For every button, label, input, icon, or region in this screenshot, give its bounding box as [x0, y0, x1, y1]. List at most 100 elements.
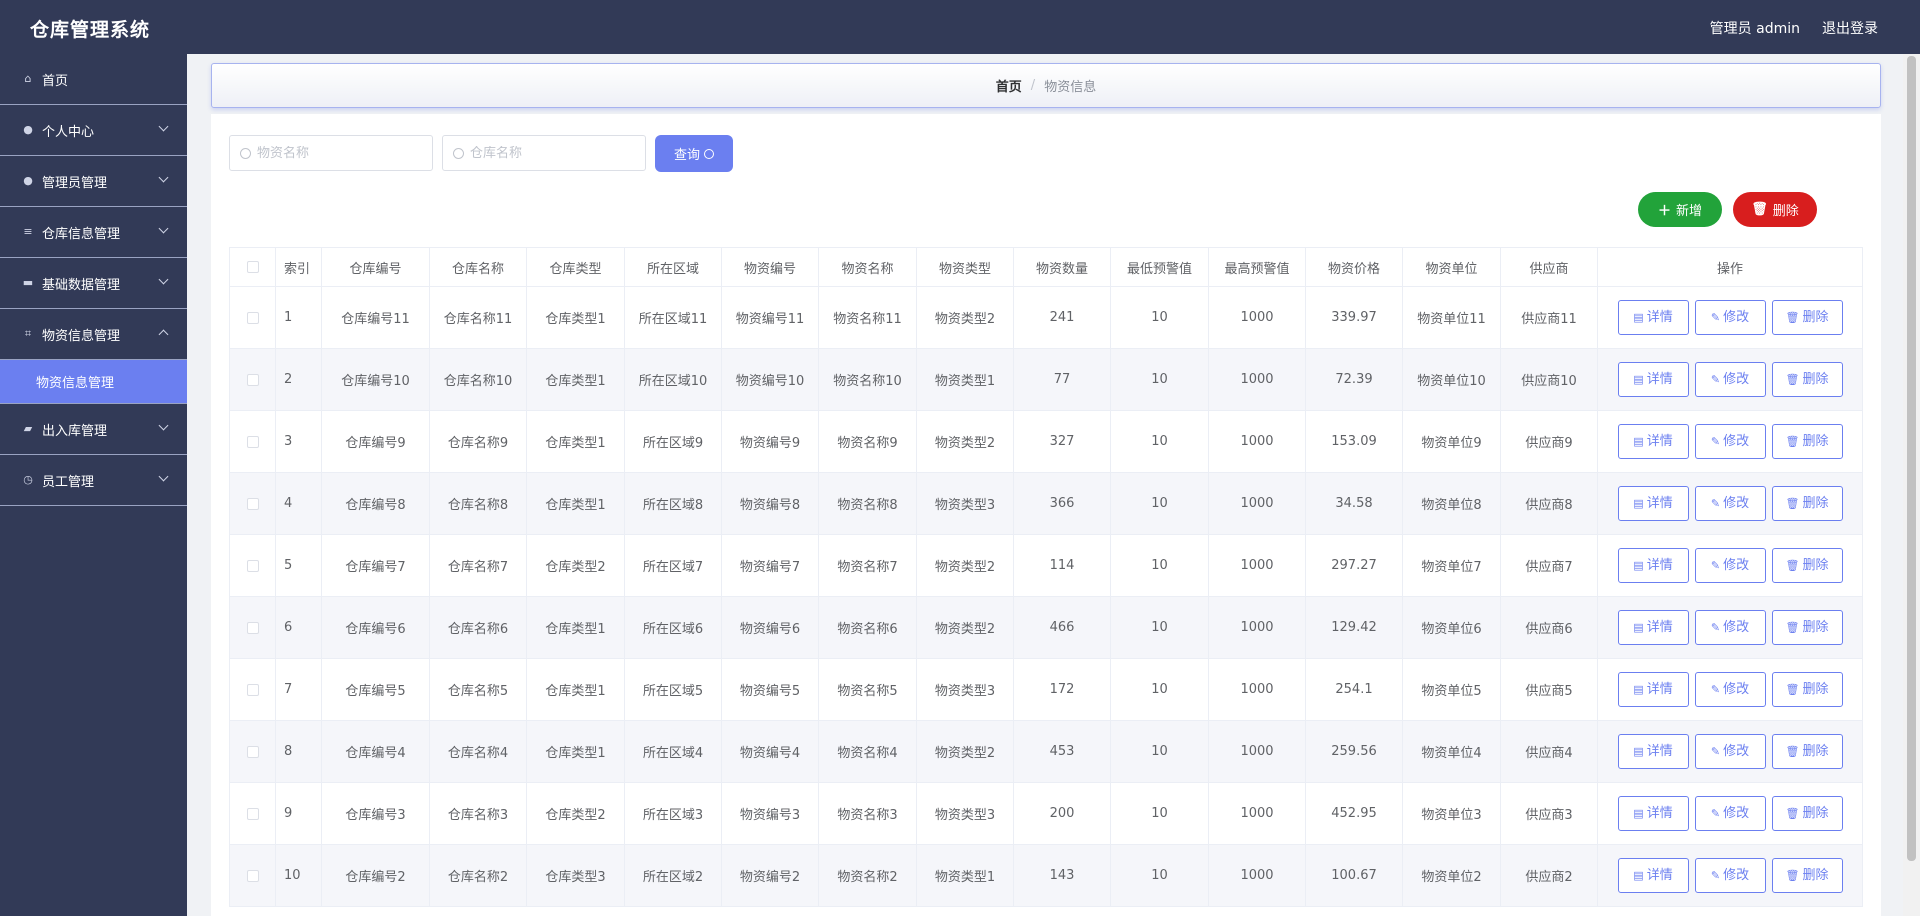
- table-cell: 物资单位2: [1402, 844, 1501, 907]
- detail-button[interactable]: ▤ 详情: [1617, 610, 1689, 645]
- column-header: 物资数量: [1013, 247, 1111, 287]
- delete-label: 删除: [1802, 868, 1829, 883]
- detail-button[interactable]: ▤ 详情: [1617, 858, 1689, 893]
- table-cell: 仓库名称5: [429, 658, 527, 721]
- edit-label: 修改: [1723, 434, 1750, 449]
- sidebar-item-personal-center[interactable]: ● 个人中心: [0, 105, 187, 156]
- scrollbar-thumb[interactable]: [1907, 56, 1916, 861]
- sidebar-item-stock-inout[interactable]: ▰ 出入库管理: [0, 404, 187, 455]
- row-actions: ▤ 详情 ✎ 修改 🗑 删除: [1597, 472, 1863, 535]
- sidebar-item-home[interactable]: ⌂ 首页: [0, 54, 187, 105]
- row-checkbox[interactable]: [246, 311, 259, 324]
- row-checkbox[interactable]: [246, 745, 259, 758]
- sidebar-item-admin-management[interactable]: ● 管理员管理: [0, 156, 187, 207]
- detail-button[interactable]: ▤ 详情: [1617, 734, 1689, 769]
- row-checkbox[interactable]: [246, 807, 259, 820]
- delete-button[interactable]: 🗑 删除: [1771, 424, 1843, 459]
- table-cell: 供应商11: [1500, 286, 1598, 349]
- vertical-scrollbar[interactable]: [1903, 54, 1920, 916]
- sidebar-item-warehouse-management[interactable]: ≡ 仓库信息管理: [0, 207, 187, 258]
- detail-button[interactable]: ▤ 详情: [1617, 796, 1689, 831]
- current-user: 管理员 admin: [1709, 21, 1800, 37]
- row-select-cell[interactable]: [229, 596, 276, 659]
- row-select-cell[interactable]: [229, 472, 276, 535]
- logout-link[interactable]: 退出登录: [1822, 18, 1878, 38]
- table-row: 7 仓库编号5 仓库名称5 仓库类型1 所在区域5 物资编号5 物资名称5 物资类型3 172 1…: [229, 658, 1863, 721]
- delete-button[interactable]: 🗑 删除: [1771, 796, 1843, 831]
- sidebar-item-label: 基础数据管理: [42, 277, 121, 293]
- edit-button[interactable]: ✎ 修改: [1694, 300, 1766, 335]
- edit-button[interactable]: ✎ 修改: [1694, 796, 1766, 831]
- add-button[interactable]: ＋ 新增: [1638, 192, 1722, 227]
- batch-delete-button[interactable]: 🗑 删除: [1733, 192, 1817, 227]
- row-select-cell[interactable]: [229, 348, 276, 411]
- select-all-cell[interactable]: [229, 247, 276, 287]
- chevron-down-icon: [158, 223, 169, 234]
- list-icon: ≡: [23, 225, 33, 238]
- sidebar-item-staff-management[interactable]: ◷ 员工管理: [0, 455, 187, 506]
- delete-button[interactable]: 🗑 删除: [1771, 486, 1843, 521]
- edit-button[interactable]: ✎ 修改: [1694, 362, 1766, 397]
- delete-button[interactable]: 🗑 删除: [1771, 610, 1843, 645]
- detail-button[interactable]: ▤ 详情: [1617, 300, 1689, 335]
- table-cell: 1000: [1208, 286, 1306, 349]
- row-checkbox[interactable]: [246, 373, 259, 386]
- row-select-cell[interactable]: [229, 534, 276, 597]
- row-checkbox[interactable]: [246, 683, 259, 696]
- table-cell: 466: [1013, 596, 1111, 659]
- edit-button[interactable]: ✎ 修改: [1694, 486, 1766, 521]
- row-select-cell[interactable]: [229, 658, 276, 721]
- detail-button[interactable]: ▤ 详情: [1617, 672, 1689, 707]
- table-cell: 物资单位9: [1402, 410, 1501, 473]
- row-select-cell[interactable]: [229, 410, 276, 473]
- row-checkbox[interactable]: [246, 435, 259, 448]
- edit-button[interactable]: ✎ 修改: [1694, 734, 1766, 769]
- row-select-cell[interactable]: [229, 782, 276, 845]
- edit-icon: ✎: [1710, 435, 1721, 448]
- delete-button[interactable]: 🗑 删除: [1771, 672, 1843, 707]
- delete-button[interactable]: 🗑 删除: [1771, 548, 1843, 583]
- edit-label: 修改: [1723, 310, 1750, 325]
- sidebar-item-material-management[interactable]: ⌗ 物资信息管理: [0, 309, 187, 360]
- delete-button[interactable]: 🗑 删除: [1771, 300, 1843, 335]
- sidebar-item-basic-data[interactable]: ▬ 基础数据管理: [0, 258, 187, 309]
- detail-button[interactable]: ▤ 详情: [1617, 548, 1689, 583]
- row-select-cell[interactable]: [229, 844, 276, 907]
- breadcrumb-home[interactable]: 首页: [996, 76, 1022, 95]
- query-button[interactable]: 查询: [655, 135, 733, 172]
- table-cell: 仓库编号5: [321, 658, 430, 721]
- edit-button[interactable]: ✎ 修改: [1694, 424, 1766, 459]
- row-select-cell[interactable]: [229, 286, 276, 349]
- edit-button[interactable]: ✎ 修改: [1694, 548, 1766, 583]
- edit-button[interactable]: ✎ 修改: [1694, 610, 1766, 645]
- table-cell: 所在区域5: [624, 658, 722, 721]
- sidebar-subitem-material-info[interactable]: 物资信息管理: [0, 360, 187, 404]
- delete-button[interactable]: 🗑 删除: [1771, 734, 1843, 769]
- document-icon: ▤: [1633, 621, 1644, 634]
- row-checkbox[interactable]: [246, 497, 259, 510]
- row-select-cell[interactable]: [229, 720, 276, 783]
- row-checkbox[interactable]: [246, 869, 259, 882]
- select-all-checkbox[interactable]: [246, 261, 259, 273]
- column-header: 物资类型: [916, 247, 1014, 287]
- row-checkbox[interactable]: [246, 559, 259, 572]
- edit-button[interactable]: ✎ 修改: [1694, 858, 1766, 893]
- plus-icon: ＋: [1657, 204, 1671, 219]
- chevron-down-icon: [158, 274, 169, 285]
- row-checkbox[interactable]: [246, 621, 259, 634]
- delete-button[interactable]: 🗑 删除: [1771, 362, 1843, 397]
- delete-button[interactable]: 🗑 删除: [1771, 858, 1843, 893]
- edit-icon: ✎: [1710, 497, 1721, 510]
- material-name-search[interactable]: [229, 135, 433, 171]
- detail-button[interactable]: ▤ 详情: [1617, 486, 1689, 521]
- detail-button[interactable]: ▤ 详情: [1617, 362, 1689, 397]
- warehouse-name-input[interactable]: [470, 145, 640, 161]
- material-name-input[interactable]: [257, 145, 427, 161]
- edit-button[interactable]: ✎ 修改: [1694, 672, 1766, 707]
- detail-button[interactable]: ▤ 详情: [1617, 424, 1689, 459]
- detail-label: 详情: [1646, 682, 1673, 697]
- warehouse-name-search[interactable]: [442, 135, 646, 171]
- chevron-down-icon: [158, 420, 169, 431]
- table-cell: 物资单位5: [1402, 658, 1501, 721]
- table-cell: 仓库类型1: [526, 658, 625, 721]
